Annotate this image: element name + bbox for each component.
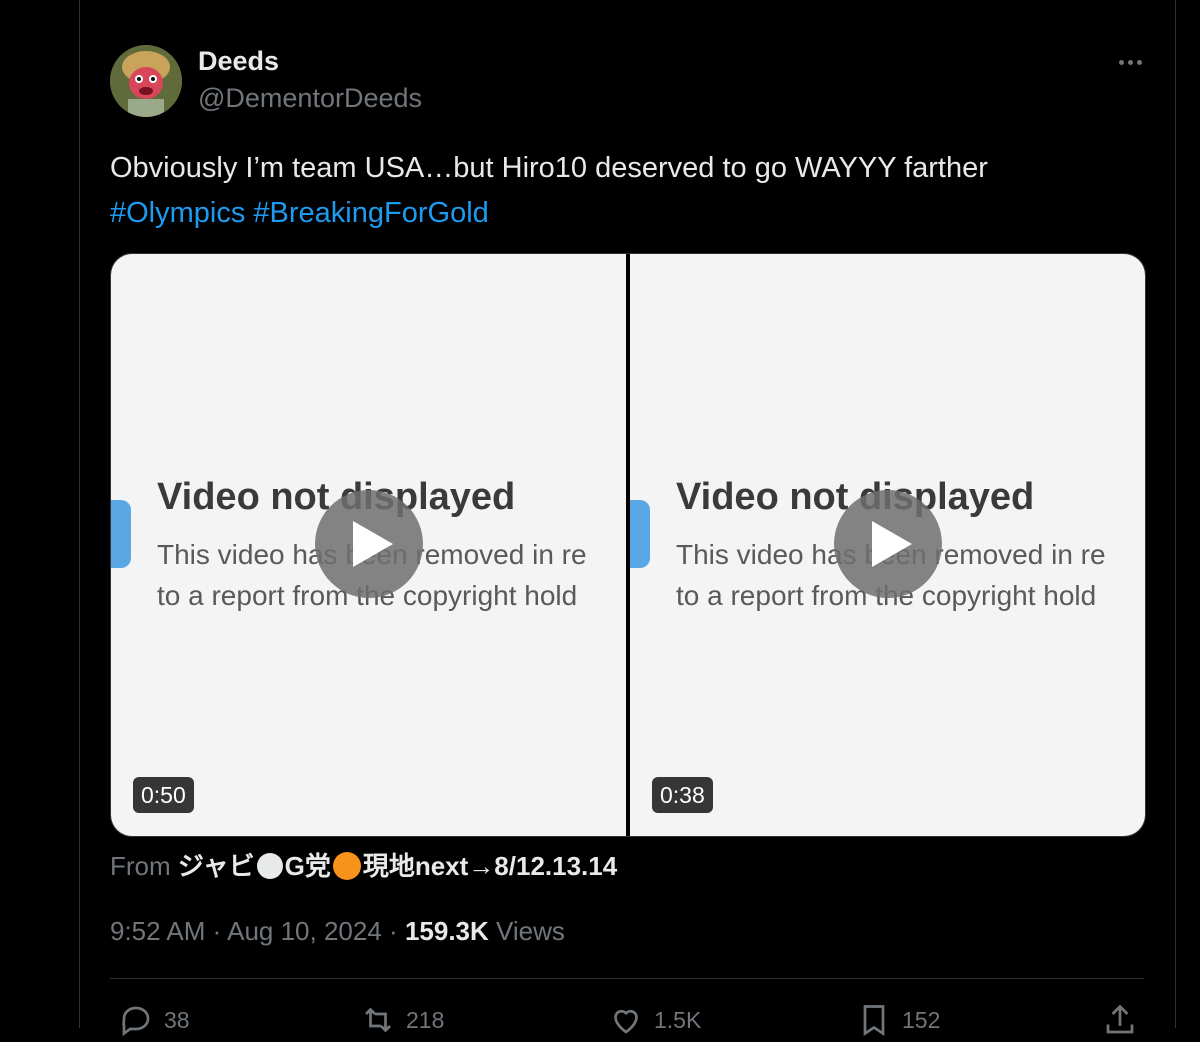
hashtag-olympics[interactable]: #Olympics	[110, 197, 245, 229]
blue-tab-shape	[630, 500, 650, 568]
column-border-left	[79, 0, 80, 1028]
video-player-1[interactable]: Video not displayed This video has been …	[111, 254, 626, 836]
blue-tab-shape	[111, 500, 131, 568]
video-duration: 0:38	[652, 777, 713, 813]
tweet-date[interactable]: Aug 10, 2024	[227, 916, 382, 946]
divider	[110, 978, 1144, 979]
meta-separator: ·	[389, 916, 398, 946]
repost-button[interactable]: 218	[360, 1002, 444, 1038]
hashtags: #Olympics #BreakingForGold	[110, 191, 1150, 236]
from-source-part1: ジャビ	[177, 851, 255, 881]
play-icon[interactable]	[834, 490, 942, 598]
tweet-text: Obviously I’m team USA…but Hiro10 deserv…	[110, 146, 1150, 236]
views-label: Views	[496, 916, 565, 946]
reply-count: 38	[164, 1006, 190, 1033]
author-handle[interactable]: @DementorDeeds	[198, 83, 422, 114]
avatar[interactable]	[110, 45, 182, 117]
views-count: 159.3K	[404, 916, 489, 946]
bookmark-icon	[863, 1005, 885, 1037]
reply-button[interactable]: 38	[118, 1002, 190, 1038]
repost-count: 218	[406, 1006, 445, 1033]
more-icon[interactable]	[1110, 50, 1150, 74]
like-count: 1.5K	[654, 1006, 702, 1033]
tweet-body: Obviously I’m team USA…but Hiro10 deserv…	[110, 152, 988, 184]
play-icon[interactable]	[315, 490, 423, 598]
bookmark-count: 152	[902, 1006, 941, 1033]
video-player-2[interactable]: Video not displayed This video has been …	[630, 254, 1145, 836]
tweet-meta: 9:52 AM · Aug 10, 2024 · 159.3K Views	[110, 916, 565, 947]
media-grid: Video not displayed This video has been …	[110, 253, 1146, 837]
from-source-link[interactable]: ジャビ G党 現地next→8/12.13.14	[178, 851, 617, 881]
like-button[interactable]: 1.5K	[608, 1002, 701, 1038]
bookmark-button[interactable]: 152	[856, 1002, 940, 1038]
repost-icon	[365, 1007, 391, 1033]
action-bar: 38 218 1.5K 152	[110, 1002, 1144, 1042]
hashtag-breakingforgold[interactable]: #BreakingForGold	[253, 197, 488, 229]
reply-icon	[122, 1006, 150, 1037]
share-button[interactable]	[1102, 1002, 1138, 1038]
tweet-time[interactable]: 9:52 AM	[110, 916, 205, 946]
meta-separator: ·	[212, 916, 222, 946]
from-source-part2: G党	[284, 851, 331, 881]
from-label: From	[110, 851, 171, 881]
share-icon	[1106, 1004, 1134, 1034]
video-duration: 0:50	[133, 777, 194, 813]
rabbit-emoji-icon	[256, 853, 283, 879]
like-icon	[614, 1009, 638, 1034]
from-source-part3: 現地next→8/12.13.14	[362, 851, 618, 881]
author-display-name[interactable]: Deeds	[198, 46, 279, 77]
column-border-right	[1175, 0, 1176, 1028]
media-source-attribution: From ジャビ G党 現地next→8/12.13.14	[110, 846, 617, 883]
orange-circle-emoji-icon	[332, 852, 361, 880]
